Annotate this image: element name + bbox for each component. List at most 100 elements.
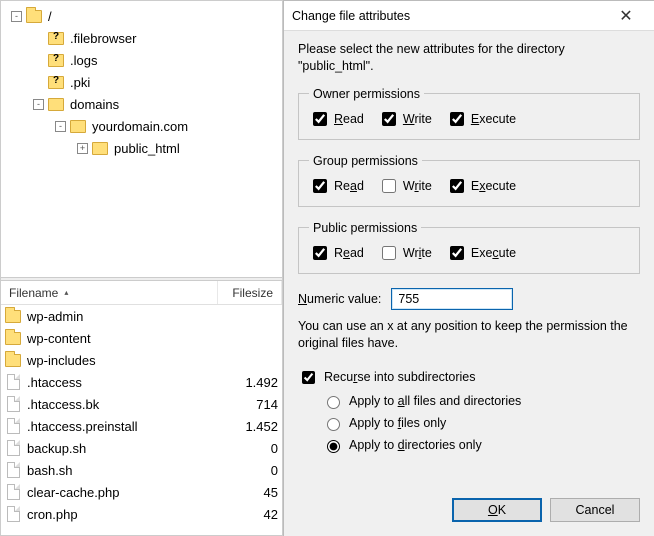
public-write[interactable]: Write [378,243,432,263]
owner-read-checkbox[interactable] [313,112,327,126]
file-icon [5,418,21,434]
col-header-filesize[interactable]: Filesize [218,281,282,304]
collapse-icon[interactable]: - [11,11,22,22]
dialog-title: Change file attributes [292,9,606,23]
public-read[interactable]: Read [309,243,364,263]
file-name: backup.sh [27,441,222,456]
public-execute[interactable]: Execute [446,243,516,263]
folder-icon [5,330,21,346]
collapse-icon[interactable]: - [55,121,66,132]
owner-write-checkbox[interactable] [382,112,396,126]
list-item[interactable]: bash.sh0 [1,459,282,481]
tree-node[interactable]: - yourdomain.com [1,115,282,137]
numeric-label: Numeric value: [298,292,381,306]
recurse-opt-files[interactable]: Apply to files only [322,415,640,431]
list-item[interactable]: cron.php42 [1,503,282,525]
recurse-opt-all[interactable]: Apply to all files and directories [322,393,640,409]
close-icon[interactable]: ✕ [606,6,646,26]
file-size: 0 [222,441,278,456]
file-size: 45 [222,485,278,500]
file-name: .htaccess.preinstall [27,419,222,434]
tree-node[interactable]: -/ [1,5,282,27]
folder-icon [70,120,86,133]
file-name: .htaccess.bk [27,397,222,412]
public-permissions-group: Public permissions Read Write Execute [298,221,640,274]
tree-spacer [33,77,44,88]
owner-execute-checkbox[interactable] [450,112,464,126]
public-read-checkbox[interactable] [313,246,327,260]
recurse-opt-all-radio[interactable] [327,396,340,409]
expand-icon[interactable]: + [77,143,88,154]
file-name: cron.php [27,507,222,522]
group-write[interactable]: Write [378,176,432,196]
group-legend: Group permissions [309,154,422,168]
group-write-checkbox[interactable] [382,179,396,193]
file-size: 1.492 [222,375,278,390]
list-item[interactable]: .htaccess1.492 [1,371,282,393]
file-name: wp-includes [27,353,222,368]
public-write-checkbox[interactable] [382,246,396,260]
tree-spacer [33,55,44,66]
list-header[interactable]: Filename ▴ Filesize [1,281,282,305]
group-read[interactable]: Read [309,176,364,196]
list-item[interactable]: wp-content [1,327,282,349]
group-execute[interactable]: Execute [446,176,516,196]
file-name: .htaccess [27,375,222,390]
instruction-text: Please select the new attributes for the… [298,41,640,75]
ok-button[interactable]: OK [452,498,542,522]
recurse-opt-files-radio[interactable] [327,418,340,431]
tree-node-label: public_html [114,141,180,156]
list-item[interactable]: clear-cache.php45 [1,481,282,503]
recurse-opt-dirs[interactable]: Apply to directories only [322,437,640,453]
file-icon [5,462,21,478]
owner-legend: Owner permissions [309,87,424,101]
owner-permissions-group: Owner permissions Read Write Execute [298,87,640,140]
list-item[interactable]: .htaccess.bk714 [1,393,282,415]
list-item[interactable]: wp-admin [1,305,282,327]
file-name: clear-cache.php [27,485,222,500]
group-read-checkbox[interactable] [313,179,327,193]
tree-node-label: .filebrowser [70,31,136,46]
dialog-body: Please select the new attributes for the… [284,31,654,498]
tree-node[interactable]: + public_html [1,137,282,159]
collapse-icon[interactable]: - [33,99,44,110]
directory-tree[interactable]: -/?.filebrowser?.logs?.pki-domains-yourd… [1,1,282,277]
recurse-block: Recurse into subdirectories Apply to all… [298,368,640,453]
cancel-button[interactable]: Cancel [550,498,640,522]
recurse-options: Apply to all files and directories Apply… [322,393,640,453]
file-icon [5,396,21,412]
file-size: 42 [222,507,278,522]
tree-node-label: .pki [70,75,90,90]
col-header-filename[interactable]: Filename ▴ [1,281,218,304]
dialog-titlebar[interactable]: Change file attributes ✕ [284,1,654,31]
tree-node-label: / [48,9,52,24]
file-list: Filename ▴ Filesize wp-adminwp-content wp… [1,281,282,535]
folder-icon [92,142,108,155]
list-item[interactable]: backup.sh0 [1,437,282,459]
sort-asc-icon: ▴ [64,288,68,297]
owner-execute[interactable]: Execute [446,109,516,129]
public-execute-checkbox[interactable] [450,246,464,260]
group-execute-checkbox[interactable] [450,179,464,193]
numeric-hint: You can use an x at any position to keep… [298,318,640,352]
folder-icon [48,98,64,111]
list-item[interactable]: .htaccess.preinstall1.452 [1,415,282,437]
owner-read[interactable]: Read [309,109,364,129]
numeric-value-input[interactable] [391,288,513,310]
tree-node[interactable]: ?.logs [1,49,282,71]
owner-write[interactable]: Write [378,109,432,129]
list-item[interactable]: wp-includes [1,349,282,371]
tree-node-label: yourdomain.com [92,119,188,134]
file-size: 0 [222,463,278,478]
recurse-label[interactable]: Recurse into subdirectories [298,368,475,387]
dialog-buttons: OK Cancel [284,498,654,536]
tree-node[interactable]: ?.pki [1,71,282,93]
folder-icon [5,308,21,324]
change-attributes-dialog: Change file attributes ✕ Please select t… [283,0,654,536]
file-size: 714 [222,397,278,412]
recurse-checkbox[interactable] [302,371,315,384]
tree-node[interactable]: ?.filebrowser [1,27,282,49]
recurse-opt-dirs-radio[interactable] [327,440,340,453]
tree-node-label: domains [70,97,119,112]
tree-node[interactable]: - domains [1,93,282,115]
